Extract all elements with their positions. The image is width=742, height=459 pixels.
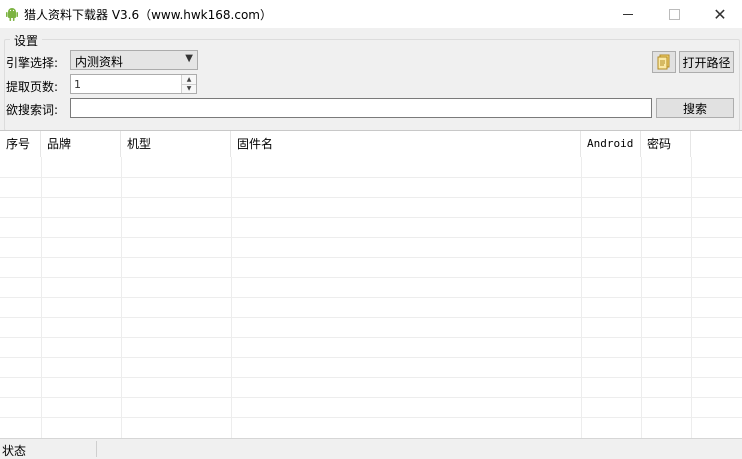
row-divider: [0, 257, 742, 258]
row-divider: [0, 337, 742, 338]
row-divider: [0, 237, 742, 238]
file-button[interactable]: [652, 51, 676, 73]
results-table[interactable]: 序号 品牌 机型 固件名 Android 密码: [0, 130, 742, 438]
row-divider: [0, 217, 742, 218]
column-header-model[interactable]: 机型: [121, 131, 231, 157]
row-divider: [0, 297, 742, 298]
search-button[interactable]: 搜索: [656, 98, 734, 118]
settings-group-label: 设置: [10, 32, 43, 49]
title-bar: 猎人资料下载器 V3.6（www.hwk168.com） ✕: [0, 0, 742, 28]
window-title: 猎人资料下载器 V3.6（www.hwk168.com）: [24, 8, 272, 22]
main-window-client: 设置 引擎选择: 内测资料 ▼ 提取页数: 1 ▲ ▼ 欲搜索词: 搜索 打开路…: [0, 28, 742, 459]
status-separator: [96, 441, 97, 457]
spin-down-icon[interactable]: ▼: [182, 84, 196, 93]
minimize-icon: [623, 13, 633, 15]
pages-spinbox[interactable]: 1 ▲ ▼: [70, 74, 197, 94]
maximize-button[interactable]: [651, 0, 697, 28]
chevron-down-icon: ▼: [185, 53, 193, 64]
row-divider: [0, 397, 742, 398]
status-bar: 状态: [0, 438, 742, 459]
spin-buttons: ▲ ▼: [181, 75, 196, 93]
row-divider: [0, 377, 742, 378]
android-icon: [6, 8, 18, 21]
maximize-icon: [668, 8, 680, 20]
status-label: 状态: [2, 444, 27, 458]
column-header-android[interactable]: Android: [581, 131, 641, 157]
row-divider: [0, 317, 742, 318]
pages-value: 1: [74, 78, 81, 91]
row-divider: [0, 177, 742, 178]
search-input[interactable]: [70, 98, 652, 118]
engine-select-value: 内测资料: [75, 55, 124, 69]
engine-select[interactable]: 内测资料 ▼: [70, 50, 198, 70]
search-label: 欲搜索词:: [6, 103, 59, 117]
minimize-button[interactable]: [605, 0, 651, 28]
row-divider: [0, 197, 742, 198]
close-button[interactable]: ✕: [697, 0, 742, 28]
row-divider: [0, 417, 742, 418]
column-header-firmware[interactable]: 固件名: [231, 131, 581, 157]
open-path-button[interactable]: 打开路径: [679, 51, 734, 73]
engine-label: 引擎选择:: [6, 56, 59, 70]
row-divider: [0, 277, 742, 278]
pages-label: 提取页数:: [6, 80, 59, 94]
column-header-password[interactable]: 密码: [641, 131, 691, 157]
row-divider: [0, 357, 742, 358]
close-icon: ✕: [713, 4, 727, 24]
column-header-brand[interactable]: 品牌: [41, 131, 121, 157]
document-icon: [657, 54, 670, 70]
column-header-index[interactable]: 序号: [0, 131, 41, 157]
